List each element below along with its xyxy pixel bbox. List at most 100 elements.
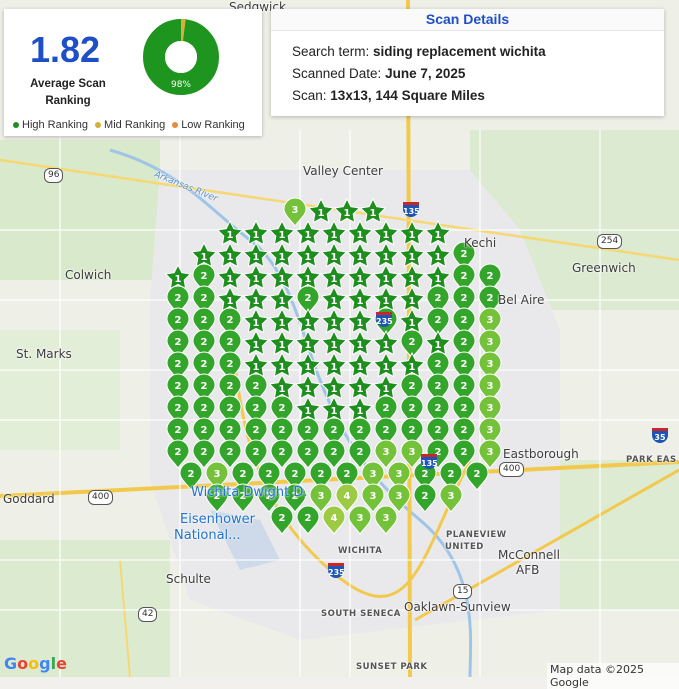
rank-pin-label: 1: [383, 384, 390, 395]
place-greenwich: Greenwich: [572, 261, 636, 275]
rank-pin-label: 2: [487, 271, 494, 282]
rank-pin-label: 1: [370, 208, 377, 219]
rank-pin-label: 2: [474, 469, 481, 480]
rank-pin-label: 2: [201, 271, 208, 282]
rank-pin-label: 1: [253, 296, 260, 307]
rank-pin-label: 2: [175, 447, 182, 458]
rank-pin-label: 2: [175, 425, 182, 436]
rank-pin-label: 1: [331, 340, 338, 351]
rank-pin-label: 2: [201, 337, 208, 348]
rank-pin-label: 2: [253, 381, 260, 392]
rank-pin-label: 1: [331, 252, 338, 263]
rank-pin-label: 2: [461, 315, 468, 326]
rank-pin-label: 2: [279, 403, 286, 414]
rank-pin-label: 2: [253, 447, 260, 458]
scan-size-row: Scan: 13x13, 144 Square Miles: [292, 88, 485, 103]
rank-pin-label: 2: [227, 359, 234, 370]
rank-pin-label: 1: [227, 296, 234, 307]
interstate-235-shield-south: 235: [328, 563, 345, 578]
rank-pin-label: 1: [253, 318, 260, 329]
ranking-summary-card: 1.82 Average Scan Ranking 2% 98% High Ra…: [4, 9, 262, 136]
rank-pin-label: 1: [305, 406, 312, 417]
rank-pin-label: 2: [435, 381, 442, 392]
rank-pin-label: 3: [487, 403, 494, 414]
rank-pin-label: 2: [422, 491, 429, 502]
ranking-donut-chart: 2% 98%: [143, 19, 219, 95]
google-logo: Google: [4, 654, 67, 673]
route-400-shield-west: 400: [88, 490, 114, 505]
legend-low: Low Ranking: [172, 119, 245, 131]
rank-pin-label: 2: [292, 469, 299, 480]
rank-pin-label: 2: [305, 425, 312, 436]
rank-pin-label: 1: [383, 340, 390, 351]
rank-pin-label: 1: [357, 362, 364, 373]
rank-pin-label: 3: [370, 469, 377, 480]
place-airport-line2: Eisenhower: [180, 512, 256, 527]
rank-pin-label: 2: [461, 359, 468, 370]
rank-pin-label: 2: [461, 381, 468, 392]
rank-pin-label: 1: [253, 362, 260, 373]
rank-pin-label: 1: [331, 362, 338, 373]
route-96-shield: 96: [44, 168, 64, 183]
rank-pin-label: 1: [383, 252, 390, 263]
rank-pin-label: 1: [331, 384, 338, 395]
place-schulte: Schulte: [166, 572, 211, 586]
rank-pin-label: 2: [435, 403, 442, 414]
rank-pin-label: 2: [253, 403, 260, 414]
rank-pin-label: 1: [357, 384, 364, 395]
rank-pin-label: 2: [435, 425, 442, 436]
scanned-date-row: Scanned Date: June 7, 2025: [292, 66, 466, 81]
rank-pin-label: 2: [344, 469, 351, 480]
rank-pin-label: 1: [253, 274, 260, 285]
rank-pin-label: 1: [331, 230, 338, 241]
route-15-shield: 15: [453, 584, 473, 599]
rank-pin-label: 1: [331, 274, 338, 285]
rank-pin-label: 2: [331, 425, 338, 436]
rank-pin-label: 2: [383, 403, 390, 414]
rank-pin-label: 2: [227, 381, 234, 392]
rank-pin-label: 2: [279, 513, 286, 524]
donut-high-label: 98%: [171, 80, 191, 90]
rank-pin-label: 2: [201, 359, 208, 370]
place-south-seneca: SOUTH SENECA: [321, 609, 401, 619]
rank-pin-label: 2: [461, 337, 468, 348]
rank-pin-label: 1: [253, 252, 260, 263]
rank-pin-label: 3: [357, 513, 364, 524]
rank-pin-label: 1: [279, 340, 286, 351]
route-42-shield: 42: [138, 607, 158, 622]
rank-pin-label: 2: [188, 469, 195, 480]
rank-pin-label: 2: [461, 403, 468, 414]
rank-pin-label: 3: [409, 447, 416, 458]
rank-pin-label: 2: [357, 447, 364, 458]
rank-pin-label: 1: [279, 252, 286, 263]
rank-pin-label: 1: [279, 362, 286, 373]
average-ranking-label: Average Scan Ranking: [30, 78, 106, 107]
rank-pin-label: 1: [305, 384, 312, 395]
rank-pin-label: 2: [201, 403, 208, 414]
place-kechi: Kechi: [464, 236, 497, 250]
rank-pin-label: 3: [487, 337, 494, 348]
rank-pin-label: 1: [253, 230, 260, 241]
rank-pin-label: 2: [435, 315, 442, 326]
rank-pin-label: 1: [331, 406, 338, 417]
rank-pin-label: 3: [487, 381, 494, 392]
rank-pin-label: 2: [461, 447, 468, 458]
rank-pin-label: 2: [253, 425, 260, 436]
place-colwich: Colwich: [65, 268, 112, 282]
rank-pin-label: 2: [435, 293, 442, 304]
rank-pin-label: 2: [240, 469, 247, 480]
rank-pin-label: 1: [383, 230, 390, 241]
rank-pin-label: 1: [305, 340, 312, 351]
rank-pin-label: 2: [227, 403, 234, 414]
place-park-east: PARK EAS: [626, 455, 677, 465]
rank-pin-label: 2: [227, 425, 234, 436]
rank-pin-label: 1: [344, 208, 351, 219]
rank-pin-label: 1: [357, 274, 364, 285]
rank-pin-label: 2: [409, 337, 416, 348]
rank-pin-label: 1: [383, 274, 390, 285]
scanned-date-value: June 7, 2025: [385, 66, 466, 81]
rank-pin-label: 3: [487, 359, 494, 370]
rank-pin-label: 2: [409, 381, 416, 392]
rank-pin-label: 1: [331, 318, 338, 329]
place-airport-line1: Wichita Dwight D.: [191, 485, 308, 500]
